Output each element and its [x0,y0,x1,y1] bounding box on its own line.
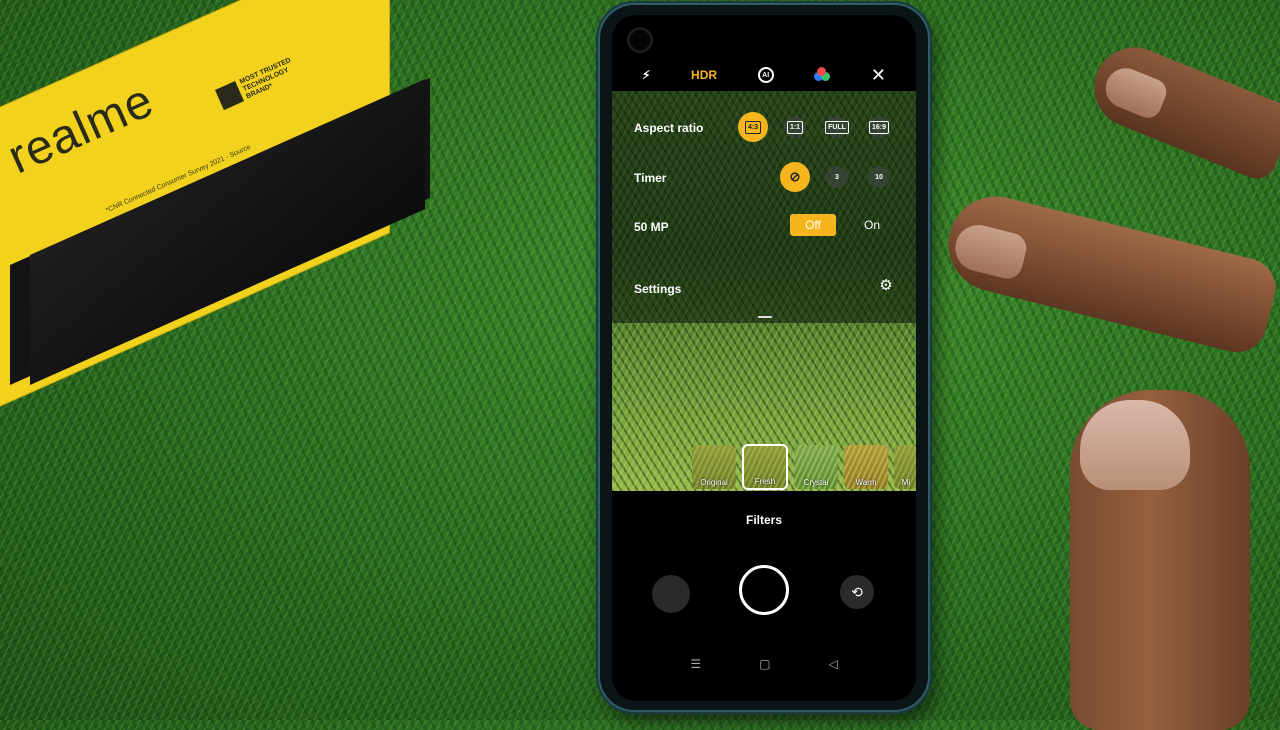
ai-scene-icon[interactable]: AI [757,67,774,83]
recents-icon[interactable]: ☰ [690,657,701,671]
panel-drag-handle[interactable] [758,316,772,318]
filters-title: Filters [745,513,782,527]
filter-warm[interactable]: Warm [844,445,888,489]
smartphone: ⚡︎ HDR AI ✕ Aspect ratio 4:3 1:1 FULL 16… [600,5,928,710]
close-icon[interactable]: ✕ [871,65,886,86]
shutter-button[interactable] [739,565,789,615]
aspect-ratio-16-9[interactable]: 16:9 [868,116,890,138]
mp-off-option[interactable]: Off [790,214,836,236]
aspect-ratio-1-1[interactable]: 1:1 [784,116,806,138]
back-icon[interactable]: ◁ [828,657,837,671]
finger-index [1082,35,1280,185]
aspect-ratio-label: Aspect ratio [634,121,704,135]
timer-off-option[interactable]: ⊘ [780,162,810,192]
mp-on-option[interactable]: On [864,218,880,232]
thumbnail-nail [1080,400,1190,490]
camera-top-bar: ⚡︎ HDR AI ✕ [612,59,916,91]
filter-strip: Original Fresh Crystal Warm Mi [692,444,916,491]
filter-mi[interactable]: Mi [894,445,916,489]
realme-box: realme *CNR Connected Consumer Survey 20… [0,0,440,420]
mp-label: 50 MP [634,220,669,234]
phone-screen: ⚡︎ HDR AI ✕ Aspect ratio 4:3 1:1 FULL 16… [612,15,916,701]
filter-original[interactable]: Original [692,445,736,489]
settings-label[interactable]: Settings [634,282,681,296]
flash-auto-icon[interactable]: ⚡︎ [642,68,650,82]
filter-fresh[interactable]: Fresh [742,444,788,490]
gear-icon[interactable]: ⚙ [878,278,894,294]
hdr-toggle[interactable]: HDR [691,68,717,82]
front-camera-icon [630,30,650,50]
timer-10s-option[interactable]: 10 [868,166,890,188]
timer-3s-option[interactable]: 3 [826,166,848,188]
switch-camera-icon[interactable]: ⟲ [840,575,874,609]
filter-crystal[interactable]: Crystal [794,445,838,489]
home-icon[interactable]: ▢ [759,657,770,671]
timer-label: Timer [634,171,667,185]
aspect-ratio-4-3[interactable]: 4:3 [738,112,768,142]
color-mode-icon[interactable] [814,67,831,83]
system-nav-bar: ☰ ▢ ◁ [612,657,916,671]
aspect-ratio-full[interactable]: FULL [825,116,849,138]
gallery-thumbnail[interactable] [652,575,690,613]
